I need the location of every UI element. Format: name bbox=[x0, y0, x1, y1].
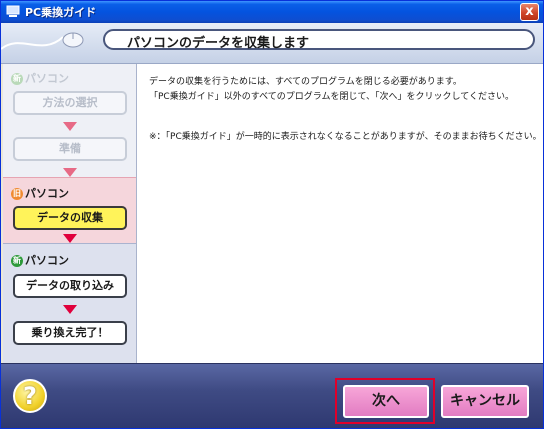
arrow-down-icon bbox=[63, 305, 77, 314]
new-badge-icon: 新 bbox=[11, 255, 23, 267]
pc-section: 新パソコン 方法の選択 準備 bbox=[3, 64, 136, 177]
window-title: PC乗換ガイド bbox=[25, 6, 97, 19]
page-title-box: パソコンのデータを収集します bbox=[103, 29, 535, 51]
arrow-down-icon bbox=[63, 234, 77, 243]
step-preparation: 準備 bbox=[13, 137, 127, 161]
old-pc-section-header: 旧パソコン bbox=[11, 187, 69, 200]
step-method-select: 方法の選択 bbox=[13, 91, 127, 115]
help-button[interactable]: ? bbox=[13, 379, 47, 413]
next-button[interactable]: 次へ bbox=[343, 385, 429, 418]
header-banner: パソコンのデータを収集します bbox=[1, 23, 543, 64]
old-badge-icon: 旧 bbox=[11, 188, 23, 200]
title-bar[interactable]: PC乗換ガイド x bbox=[1, 1, 543, 23]
new-pc-section: 新パソコン データの取り込み 乗り換え完了！ bbox=[3, 243, 136, 363]
old-pc-section: 旧パソコン データの収集 bbox=[3, 177, 136, 243]
content-panel: データの収集を行うためには、すべてのプログラムを閉じる必要があります。 「PC乗… bbox=[137, 64, 543, 363]
arrow-down-icon bbox=[63, 168, 77, 177]
cancel-button[interactable]: キャンセル bbox=[441, 385, 529, 418]
new-badge-icon: 新 bbox=[11, 73, 23, 85]
mouse-cable-icon bbox=[1, 32, 84, 50]
step-data-collection: データの収集 bbox=[13, 206, 127, 230]
step-data-import: データの取り込み bbox=[13, 274, 127, 298]
close-button[interactable]: x bbox=[520, 3, 539, 21]
app-icon bbox=[6, 5, 20, 17]
arrow-down-icon bbox=[63, 122, 77, 131]
new-pc-section-header: 新パソコン bbox=[11, 254, 69, 267]
step-sidebar: 新パソコン 方法の選択 準備 旧パソコン データの収集 新パソコン データの取り… bbox=[3, 64, 137, 363]
instruction-line-2: 「PC乗換ガイド」以外のすべてのプログラムを閉じて、「次へ」をクリックしてくださ… bbox=[149, 92, 514, 102]
footer-bar: ? 次へ キャンセル bbox=[1, 363, 543, 428]
note-text: ※：「PC乗換ガイド」が一時的に表示されなくなることがありますが、そのままお待ち… bbox=[149, 132, 542, 142]
instruction-line-1: データの収集を行うためには、すべてのプログラムを閉じる必要があります。 bbox=[149, 77, 462, 87]
close-icon: x bbox=[525, 4, 534, 19]
step-complete: 乗り換え完了！ bbox=[13, 321, 127, 345]
page-title: パソコンのデータを収集します bbox=[127, 36, 310, 51]
app-window: PC乗換ガイド x パソコンのデータを収集します 新パソコン 方法の選択 準備 … bbox=[0, 0, 544, 429]
help-icon: ? bbox=[23, 382, 37, 410]
pc-section-header: 新パソコン bbox=[11, 72, 69, 85]
